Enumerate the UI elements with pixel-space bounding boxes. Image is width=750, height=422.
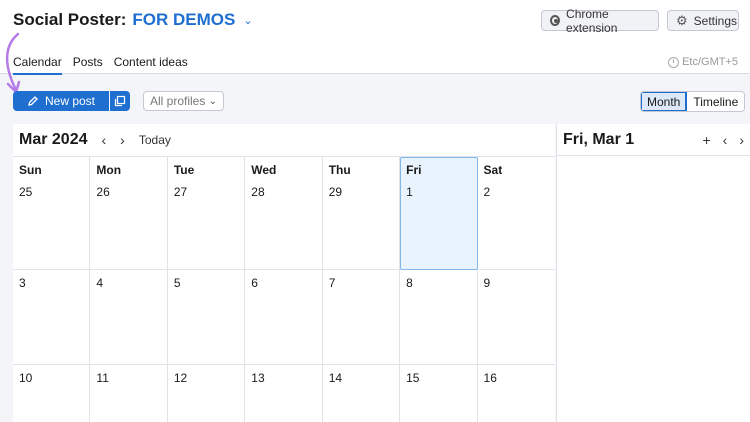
- day-detail-title: Fri, Mar 1: [563, 130, 635, 148]
- calendar-header: Mar 2024 ‹ › Today: [13, 124, 555, 156]
- timezone-label: Etc/GMT+5: [682, 56, 738, 68]
- day-cell[interactable]: 3: [13, 270, 91, 365]
- title-row: Social Poster: FOR DEMOS ⌄: [13, 10, 253, 30]
- day-cell[interactable]: 7: [322, 270, 401, 365]
- day-number: 8: [406, 276, 413, 290]
- day-cell[interactable]: Sun 25: [13, 157, 91, 270]
- app-title: Social Poster:: [13, 10, 127, 29]
- day-cell[interactable]: Wed 28: [245, 157, 323, 270]
- day-detail-panel: Fri, Mar 1 + ‹ ›: [556, 124, 750, 422]
- day-cell[interactable]: Mon 26: [90, 157, 168, 270]
- day-number: 5: [173, 276, 181, 290]
- tab-content-ideas[interactable]: Content ideas: [114, 55, 188, 75]
- view-toggle: Month Timeline: [640, 91, 746, 112]
- day-cell[interactable]: 11: [90, 365, 168, 422]
- day-cell[interactable]: 16: [478, 365, 555, 422]
- day-cell[interactable]: 4: [90, 270, 168, 365]
- day-cell[interactable]: 9: [477, 270, 555, 365]
- day-cell[interactable]: 13: [245, 365, 323, 422]
- chevron-down-icon: ⌄: [208, 95, 217, 107]
- day-cell[interactable]: 12: [168, 365, 246, 422]
- gear-icon: ⚙: [676, 13, 688, 28]
- next-day-icon[interactable]: ›: [739, 132, 744, 148]
- day-number: 10: [19, 371, 33, 385]
- day-cell[interactable]: Thu 29: [322, 157, 401, 270]
- chrome-icon: [550, 15, 561, 26]
- clock-icon: [668, 56, 680, 68]
- day-cell[interactable]: 8: [400, 270, 478, 365]
- day-number: 25: [19, 185, 33, 199]
- day-number: 12: [173, 371, 188, 385]
- weekday-label: Wed: [251, 163, 277, 177]
- weekday-label: Tue: [173, 163, 195, 177]
- day-number: 11: [96, 371, 109, 385]
- day-cell[interactable]: 15: [400, 365, 478, 422]
- chrome-extension-label: Chrome extension: [566, 6, 618, 35]
- day-number: 16: [483, 371, 497, 385]
- settings-button[interactable]: ⚙ Settings: [667, 10, 739, 31]
- day-cell[interactable]: 5: [167, 270, 246, 365]
- day-number: 6: [251, 276, 258, 290]
- weekday-label: Fri: [406, 163, 422, 177]
- day-number: 3: [19, 276, 26, 290]
- tab-posts[interactable]: Posts: [73, 55, 103, 75]
- settings-label: Settings: [693, 13, 738, 28]
- day-number: 4: [96, 276, 104, 290]
- weekday-label: Sat: [483, 163, 503, 177]
- prev-day-icon[interactable]: ‹: [723, 132, 728, 148]
- day-number: 27: [173, 185, 188, 199]
- view-timeline-button[interactable]: Timeline: [687, 92, 745, 111]
- next-month-icon[interactable]: ›: [120, 132, 125, 148]
- profiles-select-value: All profiles: [150, 94, 206, 108]
- day-number: 2: [483, 185, 491, 199]
- project-selector[interactable]: FOR DEMOS: [132, 10, 235, 30]
- day-cell[interactable]: 10: [13, 365, 91, 422]
- new-post-options-button[interactable]: [110, 91, 130, 111]
- today-button[interactable]: Today: [139, 133, 171, 147]
- copy-icon: [114, 95, 126, 107]
- day-cell[interactable]: 14: [323, 365, 401, 422]
- profiles-select[interactable]: All profiles ⌄: [143, 91, 224, 111]
- new-post-button[interactable]: New post: [13, 91, 109, 111]
- pencil-icon: [28, 96, 38, 106]
- prev-month-icon[interactable]: ‹: [102, 132, 107, 148]
- day-number: 9: [483, 276, 491, 290]
- day-number: 13: [251, 371, 265, 385]
- month-grid: Sun 25 Mon 26 Tue 27 Wed 28 Thu 29 Fri 1 Sat 2 …: [13, 156, 555, 422]
- day-detail-header: Fri, Mar 1 + ‹ ›: [557, 124, 750, 156]
- top-bar: Social Poster: FOR DEMOS ⌄ Chrome extens…: [0, 0, 750, 75]
- view-month-button[interactable]: Month: [641, 92, 688, 111]
- day-cell[interactable]: Sat 2: [477, 157, 555, 270]
- weekday-label: Sun: [19, 163, 42, 177]
- weekday-label: Mon: [96, 163, 122, 177]
- day-cell[interactable]: 6: [245, 270, 323, 365]
- day-number: 14: [328, 371, 343, 385]
- new-post-label: New post: [44, 94, 96, 108]
- timezone-indicator[interactable]: Etc/GMT+5: [668, 56, 738, 68]
- calendar-panel: Mar 2024 ‹ › Today Sun 25 Mon 26 Tue 27 Wed…: [13, 124, 555, 422]
- month-title: Mar 2024: [19, 131, 88, 148]
- day-number: 1: [406, 185, 413, 199]
- day-number: 26: [96, 185, 110, 199]
- chrome-extension-button[interactable]: Chrome extension: [541, 7, 659, 35]
- day-cell-selected[interactable]: Fri 1: [400, 157, 478, 270]
- day-cell[interactable]: Tue 27: [167, 157, 246, 270]
- day-number: 28: [251, 185, 265, 199]
- chevron-down-icon[interactable]: ⌄: [243, 14, 252, 27]
- day-number: 15: [406, 371, 420, 385]
- annotation-arrow-icon: [5, 32, 21, 94]
- weekday-label: Thu: [328, 163, 351, 177]
- day-number: 7: [328, 276, 336, 290]
- day-number: 29: [328, 185, 343, 199]
- add-post-icon[interactable]: +: [702, 132, 710, 148]
